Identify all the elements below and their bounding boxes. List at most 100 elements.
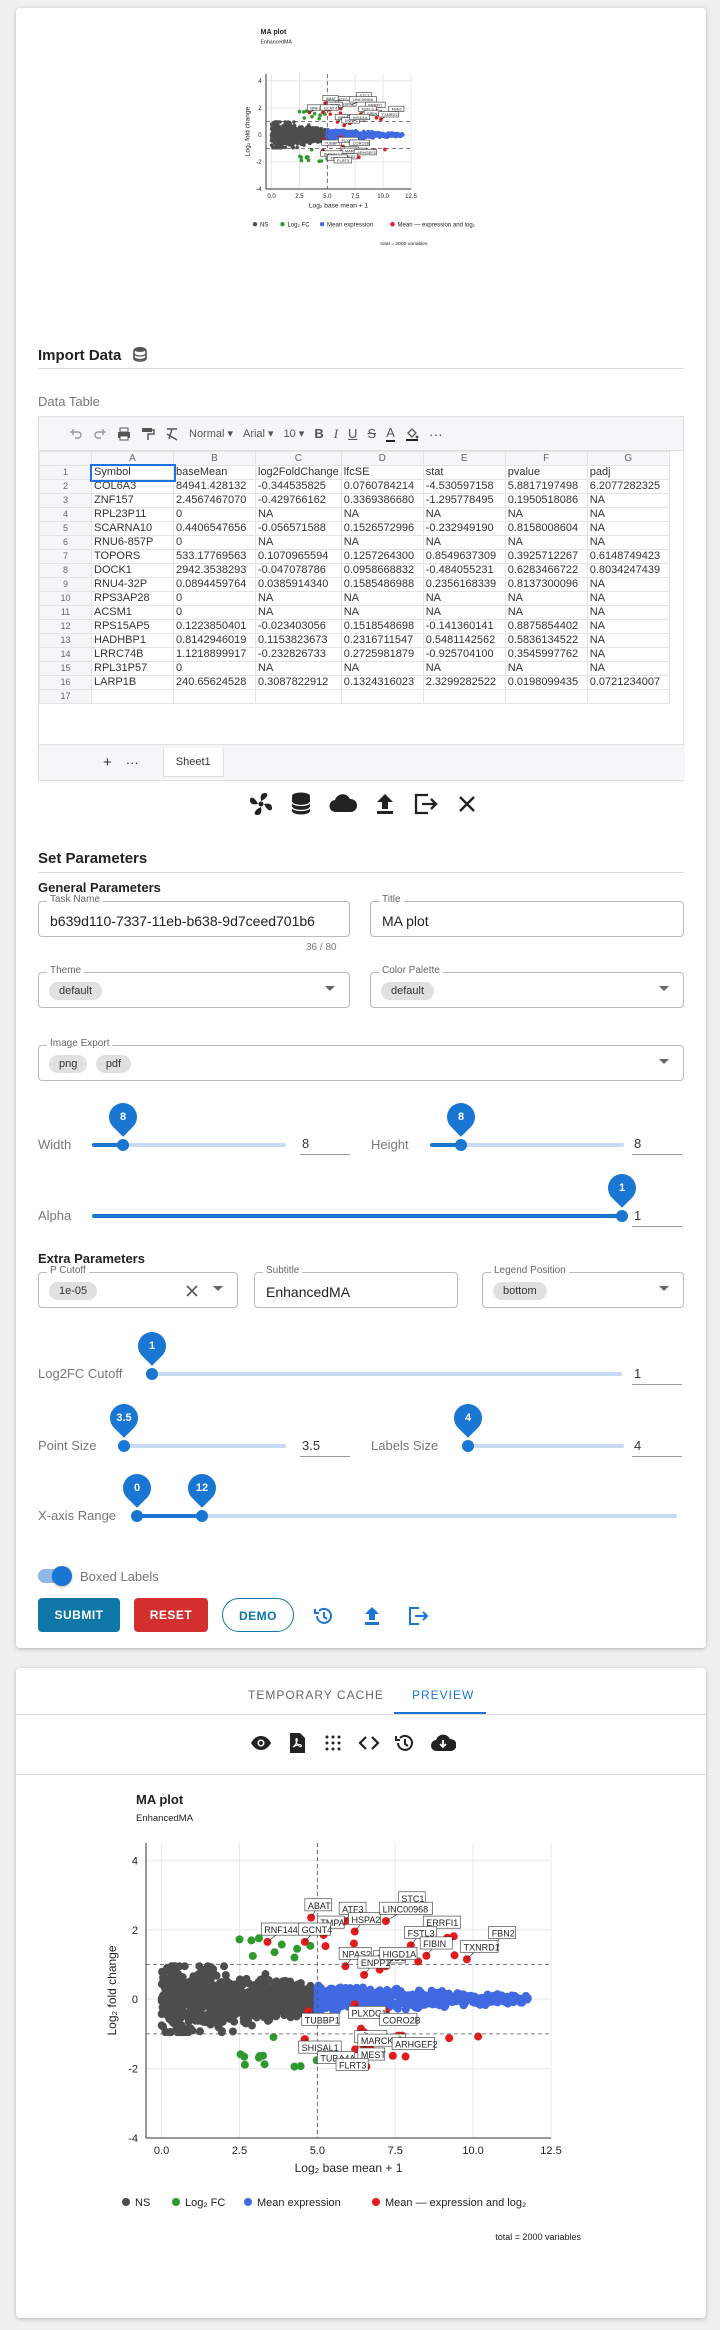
table-cell[interactable]: -0.429766162 [255, 493, 342, 508]
table-cell[interactable] [340, 689, 424, 704]
boxed-labels-toggle[interactable] [38, 1566, 72, 1586]
paint-format-icon[interactable] [141, 427, 155, 441]
row-header[interactable]: 2 [39, 479, 92, 494]
text-style-select[interactable]: Normal ▾ [189, 427, 233, 441]
table-cell[interactable]: -0.023403056 [255, 619, 342, 634]
table-cell[interactable]: -0.047078786 [255, 563, 342, 578]
table-cell[interactable]: -0.925704100 [422, 647, 506, 662]
row-header[interactable]: 11 [39, 605, 92, 620]
table-cell[interactable]: 0.3369386680 [340, 493, 424, 508]
clear-format-icon[interactable] [165, 427, 179, 441]
table-cell[interactable]: lfcSE [340, 465, 424, 480]
table-cell[interactable]: NA [504, 507, 588, 522]
strikethrough-icon[interactable]: S [367, 426, 376, 441]
table-cell[interactable]: 0.8875854402 [504, 619, 588, 634]
table-cell[interactable]: NA [586, 493, 670, 508]
row-header[interactable]: 10 [39, 591, 92, 606]
italic-icon[interactable]: I [334, 426, 338, 442]
table-cell[interactable]: NA [255, 507, 342, 522]
table-cell[interactable]: 0.0198099435 [504, 675, 588, 690]
table-cell[interactable]: -0.232949190 [422, 521, 506, 536]
table-cell[interactable] [504, 689, 588, 704]
table-cell[interactable]: 0.1585486988 [340, 577, 424, 592]
table-cell[interactable] [586, 689, 670, 704]
labels-size-slider[interactable]: 4 [448, 1398, 624, 1452]
table-cell[interactable]: NA [422, 661, 506, 676]
row-header[interactable]: 1 [39, 465, 92, 480]
row-header[interactable]: 5 [39, 521, 92, 536]
table-cell[interactable]: pvalue [504, 465, 588, 480]
table-cell[interactable]: 0.2356168339 [422, 577, 506, 592]
table-cell[interactable]: COL6A3 [91, 479, 174, 494]
table-cell[interactable]: NA [586, 591, 670, 606]
clear-icon[interactable] [185, 1284, 199, 1298]
table-cell[interactable]: 0 [173, 535, 256, 550]
table-cell[interactable]: 0.8158008604 [504, 521, 588, 536]
underline-icon[interactable]: U [348, 426, 357, 441]
table-cell[interactable]: NA [340, 661, 424, 676]
alpha-slider-thumb[interactable] [616, 1210, 628, 1222]
table-cell[interactable]: 0.1518548698 [340, 619, 424, 634]
table-cell[interactable]: padj [586, 465, 670, 480]
table-cell[interactable]: 0.5836134522 [504, 633, 588, 648]
table-cell[interactable]: 2942.3538293 [173, 563, 256, 578]
table-cell[interactable]: NA [255, 535, 342, 550]
bold-icon[interactable]: B [314, 426, 323, 441]
table-cell[interactable]: RPS3AP28 [91, 591, 174, 606]
grid-dots-icon[interactable] [322, 1732, 344, 1754]
table-cell[interactable]: NA [255, 605, 342, 620]
table-cell[interactable]: NA [504, 605, 588, 620]
title-field[interactable]: Title MA plot [370, 894, 684, 937]
table-cell[interactable]: NA [422, 507, 506, 522]
text-color-icon[interactable]: A [386, 425, 395, 442]
table-cell[interactable]: 0.2316711547 [340, 633, 424, 648]
alpha-slider[interactable]: 1 [92, 1168, 642, 1222]
table-cell[interactable]: 0.1070965594 [255, 549, 342, 564]
table-cell[interactable]: 0.8034247439 [586, 563, 670, 578]
more-options-icon[interactable]: ··· [429, 426, 443, 442]
row-header[interactable]: 15 [39, 661, 92, 676]
export-icon[interactable] [406, 1604, 430, 1628]
table-cell[interactable]: -4.530597158 [422, 479, 506, 494]
table-cell[interactable]: 2.4567467070 [173, 493, 256, 508]
table-cell[interactable]: 0.1223850401 [173, 619, 256, 634]
table-cell[interactable]: 0.1324316023 [340, 675, 424, 690]
table-cell[interactable]: 84941.428132 [173, 479, 256, 494]
column-header[interactable]: F [504, 451, 588, 466]
history-icon[interactable] [312, 1604, 336, 1628]
row-header[interactable]: 9 [39, 577, 92, 592]
table-cell[interactable]: NA [255, 591, 342, 606]
table-cell[interactable]: 0.0894459764 [173, 577, 256, 592]
table-cell[interactable]: 533.17769563 [173, 549, 256, 564]
table-cell[interactable]: log2FoldChange [255, 465, 342, 480]
spreadsheet-grid[interactable]: ABCDEFG 1 Symbol baseMean log2FoldChange lfc… [39, 451, 685, 704]
table-cell[interactable]: 0.0760784214 [340, 479, 424, 494]
row-header[interactable]: 12 [39, 619, 92, 634]
column-header[interactable]: C [255, 451, 342, 466]
pdf-icon[interactable] [286, 1732, 308, 1754]
table-cell[interactable]: 0.6283466722 [504, 563, 588, 578]
table-cell[interactable]: 0.0385914340 [255, 577, 342, 592]
height-slider-thumb[interactable] [455, 1139, 468, 1151]
table-cell[interactable]: TOPORS [91, 549, 174, 564]
labels-size-input[interactable]: 4 [632, 1438, 682, 1457]
point-size-slider-thumb[interactable] [118, 1440, 130, 1452]
table-cell[interactable]: ZNF157 [91, 493, 174, 508]
spreadsheet[interactable]: Normal ▾ Arial ▾ 10 ▾ B I U S A ··· ABCDEFG… [38, 416, 685, 781]
table-cell[interactable]: 0 [173, 507, 256, 522]
height-input[interactable]: 8 [632, 1136, 682, 1155]
table-cell[interactable]: baseMean [173, 465, 256, 480]
table-cell[interactable]: NA [586, 535, 670, 550]
alpha-input[interactable]: 1 [632, 1208, 682, 1227]
row-header[interactable]: 4 [39, 507, 92, 522]
table-cell[interactable]: HADHBP1 [91, 633, 174, 648]
fill-color-icon[interactable] [405, 427, 419, 441]
table-cell[interactable]: RNU6-857P [91, 535, 174, 550]
log2fc-cutoff-input[interactable]: 1 [632, 1366, 682, 1385]
color-palette-select[interactable]: Color Palette default [370, 965, 684, 1008]
column-header[interactable]: A [91, 451, 174, 466]
fan-icon[interactable] [248, 791, 274, 817]
tab-temporary-cache[interactable]: TEMPORARY CACHE [248, 1688, 384, 1702]
row-header[interactable]: 7 [39, 549, 92, 564]
legend-position-select[interactable]: Legend Position bottom [482, 1265, 684, 1308]
